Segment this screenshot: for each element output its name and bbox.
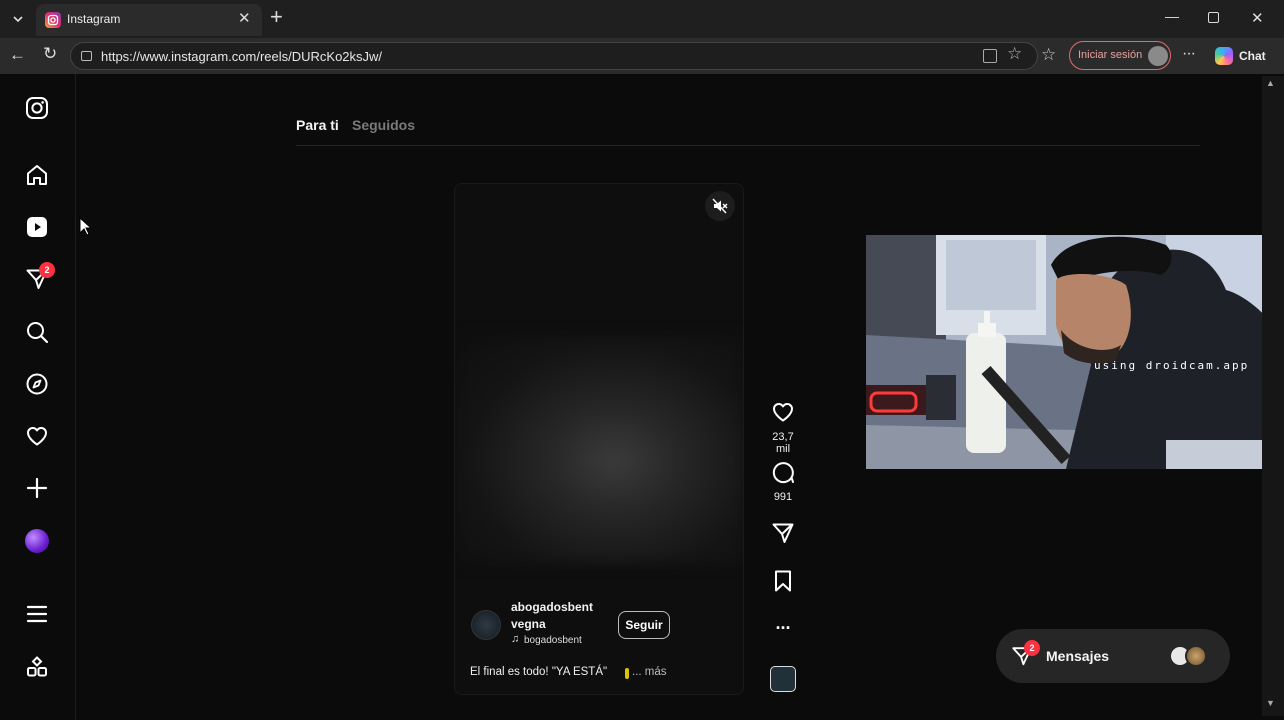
heart-icon — [773, 403, 793, 422]
webcam-feed-image — [866, 235, 1284, 469]
comment-icon — [772, 462, 794, 484]
browser-tab-bar: Instagram ✕ + — ✕ — [0, 0, 1284, 38]
reels-icon[interactable] — [23, 213, 51, 241]
comment-count: 991 — [773, 491, 793, 503]
app-available-icon[interactable] — [983, 49, 997, 63]
profile-avatar[interactable] — [23, 527, 51, 555]
chevron-down-icon — [13, 16, 23, 23]
menu-icon[interactable] — [23, 600, 51, 628]
audio-thumbnail[interactable] — [770, 666, 796, 692]
audio-label[interactable]: bogadosbent — [524, 635, 594, 646]
like-count: 23,7 mil — [772, 431, 794, 455]
reel-video[interactable]: abogadosbent vegna ♫ bogadosbent Seguir … — [454, 183, 744, 695]
author-username[interactable]: abogadosbent — [511, 600, 595, 614]
explore-icon[interactable] — [23, 370, 51, 398]
messages-label: Mensajes — [1046, 648, 1110, 664]
copilot-icon — [1215, 47, 1233, 65]
minimize-button[interactable]: — — [1165, 8, 1179, 24]
messages-button[interactable]: 2 Mensajes — [996, 629, 1230, 683]
share-icon — [772, 523, 794, 543]
restore-button[interactable] — [1208, 12, 1219, 23]
speaker-muted-icon — [712, 198, 728, 214]
address-bar[interactable]: https://www.instagram.com/reels/DURcKo2k… — [70, 42, 1038, 70]
author-username-cont[interactable]: vegna — [511, 617, 546, 631]
back-button[interactable]: ← — [9, 45, 26, 65]
chat-label: Chat — [1239, 49, 1266, 63]
create-icon[interactable] — [23, 474, 51, 502]
instagram-logo-icon[interactable] — [23, 94, 51, 122]
contact-avatar — [1185, 645, 1207, 667]
webcam-overlay: using droidcam.app — [866, 235, 1284, 469]
emoji-icon — [625, 668, 629, 679]
copilot-chat-button[interactable]: Chat — [1210, 42, 1270, 70]
signin-label: Iniciar sesión — [1078, 49, 1143, 61]
favorites-icon[interactable]: ☆ — [1041, 45, 1056, 65]
browser-tab[interactable]: Instagram ✕ — [36, 4, 262, 36]
site-info-icon — [81, 51, 92, 61]
mouse-cursor-icon — [79, 217, 93, 236]
share-action[interactable] — [764, 521, 802, 550]
tab-para-ti[interactable]: Para ti — [296, 117, 339, 133]
tab-title: Instagram — [67, 12, 121, 26]
music-note-icon: ♫ — [511, 633, 520, 645]
bookmark-icon — [775, 570, 791, 592]
save-action[interactable] — [764, 569, 802, 598]
video-frame — [455, 334, 743, 564]
feed-tabs: Para ti Seguidos — [296, 112, 1200, 146]
tab-close-button[interactable]: ✕ — [238, 9, 251, 27]
caption-text: El final es todo! "YA ESTÁ" — [470, 666, 608, 678]
heart-icon[interactable] — [23, 422, 51, 450]
comment-action[interactable]: 991 — [764, 460, 802, 503]
also-from-meta-icon[interactable] — [23, 653, 51, 681]
page-scrollbar[interactable]: ▲ ▼ — [1262, 76, 1284, 716]
author-avatar[interactable] — [471, 610, 501, 640]
profile-signin-button[interactable]: Iniciar sesión — [1069, 41, 1171, 70]
like-action[interactable]: 23,7 mil — [764, 400, 802, 455]
avatar — [1148, 46, 1168, 66]
home-icon[interactable] — [23, 161, 51, 189]
more-options-button[interactable]: ··· — [764, 618, 802, 639]
notification-badge: 2 — [39, 262, 55, 278]
follow-button[interactable]: Seguir — [618, 611, 670, 639]
caption-more-link[interactable]: ... más — [632, 666, 667, 678]
scroll-up-arrow[interactable]: ▲ — [1266, 78, 1275, 88]
droidcam-watermark: using droidcam.app — [1094, 359, 1250, 372]
search-icon[interactable] — [23, 318, 51, 346]
more-menu-button[interactable]: ··· — [1182, 45, 1196, 63]
direct-messages-icon[interactable]: 2 — [23, 262, 55, 293]
tab-seguidos[interactable]: Seguidos — [352, 117, 415, 133]
tab-list-button[interactable] — [6, 7, 30, 31]
sidebar: 2 — [0, 74, 76, 720]
favorite-star-icon[interactable]: ☆ — [1007, 44, 1022, 64]
url-text: https://www.instagram.com/reels/DURcKo2k… — [101, 49, 383, 64]
new-tab-button[interactable]: + — [270, 6, 283, 28]
instagram-favicon-icon — [45, 12, 61, 28]
mute-button[interactable] — [705, 191, 735, 221]
reload-button[interactable]: ↻ — [43, 44, 57, 64]
scroll-down-arrow[interactable]: ▼ — [1266, 698, 1275, 708]
window-close-button[interactable]: ✕ — [1251, 9, 1264, 27]
messages-badge: 2 — [1024, 640, 1040, 656]
